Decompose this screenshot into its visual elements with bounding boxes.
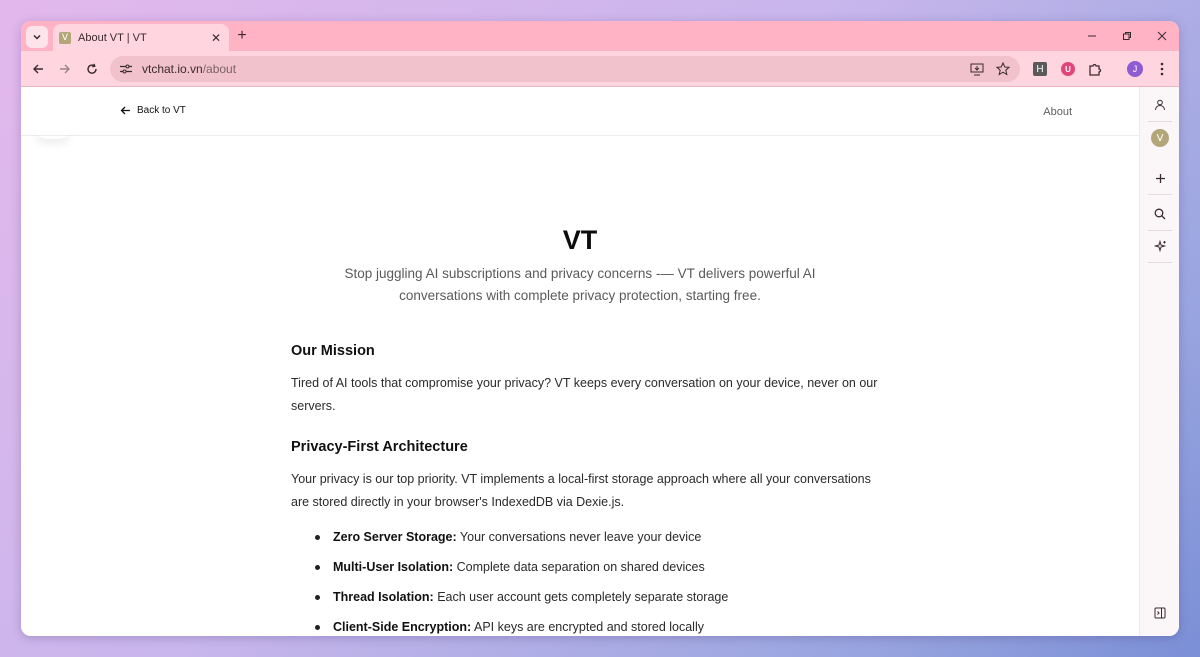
back-button[interactable]: [28, 59, 48, 79]
forward-button[interactable]: [55, 59, 75, 79]
tab-title: About VT | VT: [78, 31, 147, 44]
side-panel-icon: [1154, 607, 1166, 619]
sparkle-icon: [1153, 239, 1166, 252]
browser-toolbar: vtchat.io.vn/about H U J: [21, 51, 1179, 87]
about-content: Our Mission Tired of AI tools that compr…: [291, 343, 881, 636]
side-panel-add-button[interactable]: [1150, 168, 1170, 188]
browser-window: V About VT | VT ✕ + vtchat.io.vn/about H…: [21, 21, 1179, 636]
mission-text: Tired of AI tools that compromise your p…: [291, 376, 878, 413]
bookmark-star-icon[interactable]: [994, 60, 1012, 78]
url-domain: vtchat.io.vn: [142, 62, 203, 76]
plus-icon: [1155, 173, 1165, 183]
feature-label: Client-Side Encryption:: [333, 620, 472, 634]
minimize-icon: [1087, 35, 1096, 37]
feature-label: Zero Server Storage:: [333, 530, 457, 544]
arrow-right-icon: [60, 64, 70, 74]
tab-strip: V About VT | VT ✕ +: [21, 21, 1179, 51]
privacy-text: Your privacy is our top priority. VT imp…: [291, 472, 871, 509]
page-title: VT: [562, 225, 598, 255]
minimize-button[interactable]: [1074, 21, 1109, 51]
url-path: /about: [202, 62, 237, 76]
feature-label: Thread Isolation:: [333, 590, 434, 604]
feature-text: Complete data separation on shared devic…: [456, 560, 705, 574]
person-icon: [1155, 99, 1165, 111]
vt-app-icon: V: [1151, 129, 1169, 147]
browser-menu-button[interactable]: [1153, 60, 1171, 78]
arrow-left-icon: [120, 106, 130, 115]
list-item: Thread Isolation: Each user account gets…: [315, 589, 881, 605]
tab-about-vt[interactable]: V About VT | VT ✕: [53, 24, 229, 51]
restore-button[interactable]: [1109, 21, 1144, 51]
search-icon: [1154, 208, 1166, 220]
back-link-label: Back to VT: [137, 105, 186, 116]
restore-icon: [1122, 32, 1131, 40]
new-tab-button[interactable]: +: [234, 27, 250, 45]
puzzle-icon: [1089, 63, 1102, 76]
omnibox-actions: [968, 60, 1012, 78]
side-panel-search-button[interactable]: [1150, 204, 1170, 224]
side-panel-divider: [1148, 230, 1172, 231]
side-panel: V: [1139, 87, 1179, 636]
extensions-menu-button[interactable]: [1086, 60, 1104, 78]
reload-icon: [87, 63, 97, 74]
page-subtitle: Stop juggling AI subscriptions and priva…: [344, 266, 816, 303]
site-settings-icon[interactable]: [114, 63, 138, 75]
header-decoration: [35, 125, 71, 139]
nav-about-link[interactable]: About: [1043, 106, 1072, 118]
list-item: Zero Server Storage: Your conversations …: [315, 529, 881, 545]
h-extension-icon: H: [1033, 62, 1047, 76]
side-panel-divider: [1148, 262, 1172, 263]
profile-avatar: J: [1127, 61, 1143, 77]
side-panel-profile-button[interactable]: [1150, 95, 1170, 115]
reload-button[interactable]: [82, 59, 102, 79]
privacy-features-list: Zero Server Storage: Your conversations …: [291, 529, 881, 635]
page-header: Back to VT About: [21, 87, 1139, 136]
address-bar[interactable]: vtchat.io.vn/about: [110, 56, 1020, 82]
side-panel-divider: [1148, 121, 1172, 122]
url-text: vtchat.io.vn/about: [142, 62, 236, 76]
extension-u-button[interactable]: U: [1059, 60, 1077, 78]
close-window-button[interactable]: [1144, 21, 1179, 51]
side-panel-sparkle-button[interactable]: [1150, 236, 1170, 256]
window-controls: [1074, 21, 1179, 51]
mission-heading: Our Mission: [291, 343, 375, 359]
tab-close-icon[interactable]: ✕: [209, 31, 223, 45]
chevron-down-icon: [33, 34, 41, 40]
side-panel-toggle-button[interactable]: [1150, 603, 1170, 623]
vt-favicon-icon: V: [59, 31, 71, 44]
side-panel-divider: [1148, 194, 1172, 195]
feature-text: Your conversations never leave your devi…: [459, 530, 702, 544]
list-item: Client-Side Encryption: API keys are enc…: [315, 619, 881, 635]
side-panel-vt-button[interactable]: V: [1150, 128, 1170, 148]
install-app-icon[interactable]: [968, 60, 986, 78]
back-to-vt-link[interactable]: Back to VT: [120, 105, 186, 116]
page-content: Back to VT About VT Stop juggling AI sub…: [21, 87, 1139, 636]
profile-button[interactable]: J: [1126, 60, 1144, 78]
feature-label: Multi-User Isolation:: [333, 560, 454, 574]
shield-extension-icon: U: [1061, 62, 1075, 76]
extension-h-button[interactable]: H: [1031, 60, 1049, 78]
more-vertical-icon: [1160, 62, 1164, 76]
tab-search-button[interactable]: [26, 26, 48, 48]
close-icon: [1157, 31, 1166, 41]
privacy-heading: Privacy-First Architecture: [291, 439, 468, 455]
arrow-left-icon: [33, 64, 43, 74]
list-item: Multi-User Isolation: Complete data sepa…: [315, 559, 881, 575]
feature-text: Each user account gets completely separa…: [437, 590, 729, 604]
feature-text: API keys are encrypted and stored locall…: [474, 620, 704, 634]
